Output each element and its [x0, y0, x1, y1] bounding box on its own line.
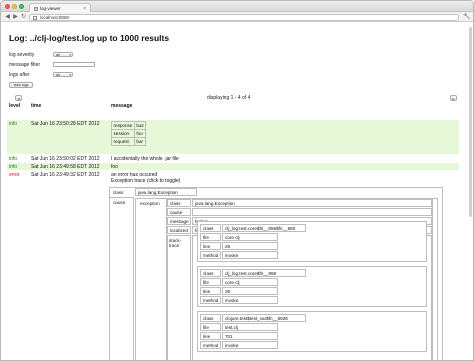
wrench-menu-icon[interactable]: 🔧 [463, 14, 470, 21]
log-row: info Sat Jun 16 23:50:28 EDT 2012 respon… [7, 120, 459, 154]
close-window-button[interactable] [5, 4, 10, 9]
map-key: request [111, 137, 135, 146]
trace-class-value: java.lang.Exception [135, 188, 197, 196]
frame-line-label: line [200, 332, 221, 340]
log-level: info [9, 121, 18, 127]
severity-select[interactable]: all [53, 51, 73, 57]
forward-arrow-icon[interactable]: ▶ [12, 14, 19, 21]
address-bar[interactable]: localhost:8080 [29, 13, 459, 21]
message-filter-input[interactable] [53, 61, 95, 67]
frame-class-label: class [200, 314, 221, 322]
message-filter-label: message filter [9, 62, 41, 68]
title-bar: log-viewer × [1, 1, 473, 12]
frame-line-value: 701 [222, 332, 278, 340]
page-title: Log: ../clj-log/test.log up to 1000 resu… [9, 33, 170, 43]
log-time: Sat Jun 16 23:50:28 EDT 2012 [31, 121, 100, 127]
log-level: info [9, 156, 18, 162]
display-count: displaying 1 - 4 of 4 [207, 95, 251, 101]
cause-column [109, 197, 134, 360]
map-entry: request bar [111, 137, 147, 146]
map-value: baz [133, 121, 147, 130]
message-map: response baz session foo request bar [111, 121, 147, 146]
frame-class-value: clj_log.test.core$fn__859$fn__860 [222, 224, 306, 232]
frame-file-value: core.clj [222, 278, 278, 286]
view-logs-button[interactable]: view logs [9, 82, 33, 88]
frame-file-label: file [200, 323, 221, 331]
log-row: info Sat Jun 16 23:50:02 EDT 2012 I acci… [7, 155, 459, 162]
severity-label: log severity [9, 52, 35, 58]
frame-method-value: invoke [222, 341, 278, 349]
level-column-header: level [9, 103, 21, 109]
exception-label: exception [140, 201, 160, 206]
browser-toolbar: ◀ ▶ ↻ localhost:8080 🔧 [1, 12, 473, 22]
reload-icon[interactable]: ↻ [20, 14, 27, 21]
log-message: I accidentally the whole .jar file [111, 156, 179, 162]
tab-close-icon[interactable]: × [83, 6, 86, 12]
frame-file-label: file [200, 233, 221, 241]
previous-page-button[interactable]: ◂ [15, 95, 22, 101]
time-column-header: time [31, 103, 42, 109]
frame-class-label: class [200, 224, 221, 232]
map-entry: response baz [111, 121, 147, 130]
frame-method-label: method [200, 296, 221, 304]
log-time: Sat Jun 16 23:50:02 EDT 2012 [31, 156, 100, 162]
tab-title: log-viewer [40, 6, 61, 11]
ex-class-label: class [167, 199, 191, 207]
address-url: localhost:8080 [40, 15, 70, 20]
pager: ◂ displaying 1 - 4 of 4 ▸ [7, 95, 469, 103]
log-time: Sat Jun 16 23:49:58 EDT 2012 [31, 164, 100, 170]
frame-file-value: core.clj [222, 233, 278, 241]
trace-cause-label: cause [113, 200, 126, 205]
ex-class-value: java.lang.Exception [192, 199, 432, 207]
trace-class-label: class [113, 190, 124, 195]
map-value: foo [133, 129, 147, 138]
stack-trace-label: stack- trace [169, 238, 182, 248]
frame-line-value: 29 [222, 287, 278, 295]
log-message: foo [111, 164, 118, 170]
frame-method-value: invoke [222, 251, 278, 259]
frame-file-value: test.clj [222, 323, 278, 331]
log-table-header: level time message [7, 103, 469, 109]
ex-cause-label: cause [167, 208, 191, 216]
log-level: error [9, 172, 20, 178]
map-key: session [111, 129, 135, 138]
logs-after-select[interactable]: all [53, 71, 73, 77]
logs-after-label: logs after [9, 72, 30, 78]
tab-favicon-icon [34, 6, 38, 11]
ex-cause-value [192, 208, 432, 216]
frame-class-label: class [200, 269, 221, 277]
next-page-button[interactable]: ▸ [450, 95, 457, 101]
browser-window: log-viewer × ◀ ▶ ↻ localhost:8080 🔧 Log:… [0, 0, 474, 361]
frame-file-label: file [200, 278, 221, 286]
frame-line-value: 29 [222, 242, 278, 250]
ex-localized-label: localized [167, 226, 191, 234]
frame-line-label: line [200, 242, 221, 250]
frame-method-label: method [200, 341, 221, 349]
message-column-header: message [111, 103, 133, 109]
map-entry: session foo [111, 129, 147, 138]
ex-message-label: message [167, 217, 191, 225]
stack-trace-label-cell [167, 235, 191, 360]
back-arrow-icon[interactable]: ◀ [4, 14, 11, 21]
log-time: Sat Jun 16 23:49:32 EDT 2012 [31, 172, 100, 178]
frame-line-label: line [200, 287, 221, 295]
log-row: info Sat Jun 16 23:49:58 EDT 2012 foo [7, 163, 459, 170]
map-key: response [111, 121, 135, 130]
trace-toggle-link[interactable]: Exception trace (click to toggle) [111, 178, 180, 184]
map-value: bar [133, 137, 147, 146]
filter-form: log severity all message filter logs aft… [7, 51, 469, 93]
minimize-window-button[interactable] [12, 4, 17, 9]
browser-tab[interactable]: log-viewer × [29, 3, 91, 12]
maximize-window-button[interactable] [19, 4, 24, 9]
log-level: info [9, 164, 18, 170]
frame-class-value: clojure.test$test_var$fn__6926 [222, 314, 306, 322]
frame-class-value: clj_log.test.core$fn__859 [222, 269, 306, 277]
frame-method-label: method [200, 251, 221, 259]
frame-method-value: invoke [222, 296, 278, 304]
page-icon [33, 15, 37, 20]
